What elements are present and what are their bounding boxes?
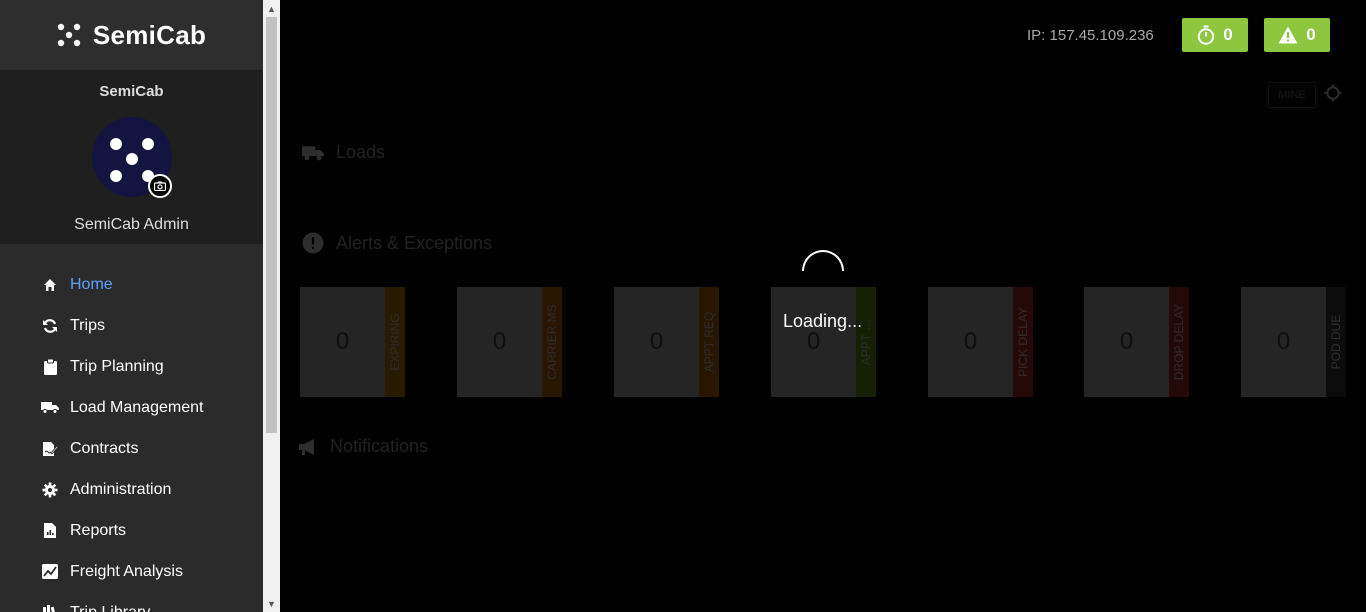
timer-count: 0 xyxy=(1223,25,1233,44)
card-label: POD DUE xyxy=(1329,314,1343,370)
exclamation-circle-icon xyxy=(302,232,324,254)
mine-filter-button[interactable]: MINE xyxy=(1268,82,1316,108)
nav-item-trip-planning[interactable]: Trip Planning xyxy=(0,346,263,387)
library-icon xyxy=(41,604,59,612)
timer-badge-button[interactable]: 0 xyxy=(1182,18,1248,52)
user-name: SemiCab Admin xyxy=(74,216,189,233)
megaphone-icon xyxy=(299,438,314,455)
contract-icon xyxy=(41,440,59,458)
truck-icon xyxy=(41,399,59,417)
nav-item-home[interactable]: Home xyxy=(0,264,263,305)
sidebar-nav: Home Trips Trip Planning Load Management xyxy=(0,244,263,612)
scroll-thumb[interactable] xyxy=(266,17,277,433)
org-name: SemiCab xyxy=(99,83,164,100)
card-label: APPT REQ xyxy=(702,311,716,373)
sidebar-scrollbar[interactable]: ▲ ▼ xyxy=(263,0,280,612)
alert-card-appt-req[interactable]: 0 APPT REQ xyxy=(614,287,719,397)
alert-card-appt[interactable]: 0 APPT … xyxy=(771,287,876,397)
scroll-down-arrow-icon[interactable]: ▼ xyxy=(263,595,280,612)
stopwatch-icon xyxy=(1198,25,1215,45)
loading-spinner-icon xyxy=(802,250,844,271)
ip-address: IP: 157.45.109.236 xyxy=(1027,27,1154,44)
nav-item-load-management[interactable]: Load Management xyxy=(0,387,263,428)
nav-item-freight-analysis[interactable]: Freight Analysis xyxy=(0,551,263,592)
alert-card-pod-due[interactable]: 0 POD DUE xyxy=(1241,287,1346,397)
card-label: DROP DELAY xyxy=(1172,303,1186,381)
card-label: CARRIER MS xyxy=(545,304,559,380)
refresh-icon xyxy=(41,317,59,335)
nav-item-contracts[interactable]: Contracts xyxy=(0,428,263,469)
alerts-section-title: Alerts & Exceptions xyxy=(302,232,492,254)
loading-text: Loading... xyxy=(783,311,863,331)
profile-panel: SemiCab SemiCab Admin xyxy=(0,70,263,244)
nav-item-trip-library[interactable]: Trip Library xyxy=(0,592,263,612)
change-photo-button[interactable] xyxy=(148,174,172,198)
sidebar: SemiCab SemiCab SemiCab Admin Home Trips… xyxy=(0,0,263,612)
notifications-section-title: Notifications xyxy=(298,436,428,457)
nav-item-administration[interactable]: Administration xyxy=(0,469,263,510)
settings-gear-icon[interactable] xyxy=(1324,84,1342,102)
camera-icon xyxy=(154,181,166,191)
alert-count: 0 xyxy=(1306,25,1316,44)
scroll-up-arrow-icon[interactable]: ▲ xyxy=(263,0,280,17)
chart-icon xyxy=(41,563,59,581)
brand-header[interactable]: SemiCab xyxy=(0,0,263,70)
home-icon xyxy=(41,276,59,294)
alert-badge-button[interactable]: 0 xyxy=(1264,18,1330,52)
card-label: EXPIRING xyxy=(388,313,402,371)
alert-card-drop-delay[interactable]: 0 DROP DELAY xyxy=(1084,287,1189,397)
card-label: PICK DELAY xyxy=(1016,307,1030,377)
report-icon xyxy=(41,522,59,540)
semicab-logo-icon xyxy=(57,23,81,47)
loads-section-title: Loads xyxy=(302,142,385,163)
warning-icon xyxy=(1278,26,1298,44)
clipboard-icon xyxy=(41,358,59,376)
main-content: IP: 157.45.109.236 0 0 MINE Loads Alerts… xyxy=(280,0,1366,612)
gear-icon xyxy=(41,481,59,499)
truck-icon xyxy=(302,145,324,160)
alert-card-carrier-ms[interactable]: 0 CARRIER MS xyxy=(457,287,562,397)
alert-card-expiring[interactable]: 0 EXPIRING xyxy=(300,287,405,397)
nav-item-reports[interactable]: Reports xyxy=(0,510,263,551)
brand-name: SemiCab xyxy=(92,19,207,50)
nav-item-trips[interactable]: Trips xyxy=(0,305,263,346)
alert-card-pick-delay[interactable]: 0 PICK DELAY xyxy=(928,287,1033,397)
